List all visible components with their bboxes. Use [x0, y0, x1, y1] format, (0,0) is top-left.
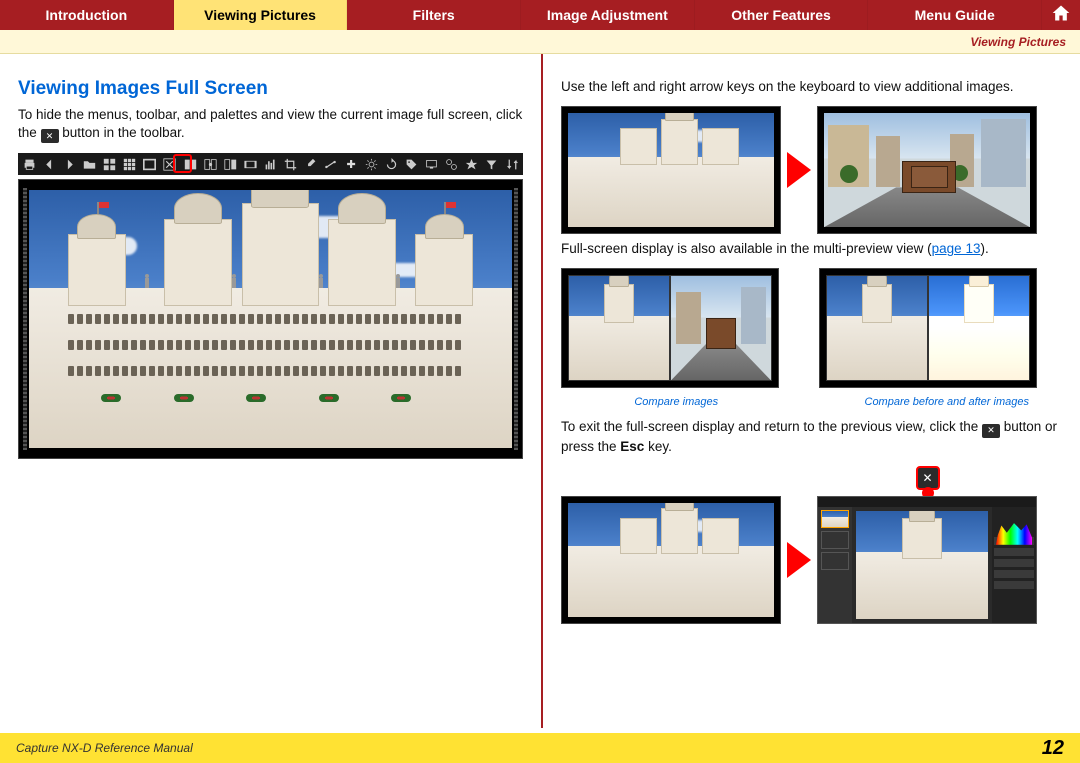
monitor-icon[interactable] — [425, 157, 439, 172]
eyedropper-icon[interactable] — [304, 157, 318, 172]
thumb-street-fullscreen — [817, 106, 1037, 234]
thumb-building-fullscreen — [561, 106, 781, 234]
thumb-compare-images — [561, 268, 779, 388]
toolbar-strip: ✚ — [18, 153, 523, 175]
folder-open-icon[interactable] — [82, 157, 96, 172]
crop-icon[interactable] — [284, 157, 298, 172]
right-column: Use the left and right arrow keys on the… — [543, 54, 1080, 728]
fullscreen-icon[interactable] — [163, 157, 177, 172]
caption-compare: Compare images — [561, 396, 792, 408]
exit-fullscreen-button[interactable]: ✕ — [916, 466, 940, 490]
manual-title: Capture NX-D Reference Manual — [16, 741, 193, 755]
single-view-icon[interactable] — [143, 157, 157, 172]
caption-before-after: Compare before and after images — [832, 396, 1063, 408]
left-column: Viewing Images Full Screen To hide the m… — [0, 54, 543, 728]
batch-icon[interactable] — [445, 157, 459, 172]
tab-image-adjustment[interactable]: Image Adjustment — [521, 0, 695, 30]
histogram-icon[interactable] — [264, 157, 278, 172]
tab-filters[interactable]: Filters — [347, 0, 521, 30]
thumb-building-fullscreen-2 — [561, 496, 781, 624]
page-number: 12 — [1042, 737, 1064, 760]
compare-illustration-row — [561, 268, 1062, 388]
multi-preview-paragraph: Full-screen display is also available in… — [561, 240, 1062, 258]
caption-row: Compare images Compare before and after … — [561, 394, 1062, 418]
next-arrow-icon — [787, 152, 811, 188]
thumbnails-icon[interactable] — [103, 157, 117, 172]
thumb-compare-before-after — [819, 268, 1037, 388]
fullscreen-viewer-example — [18, 179, 523, 459]
tab-menu-guide[interactable]: Menu Guide — [868, 0, 1042, 30]
intro-paragraph: To hide the menus, toolbar, and palettes… — [18, 106, 523, 143]
grid-icon[interactable] — [123, 157, 137, 172]
home-button[interactable] — [1042, 0, 1080, 30]
auto-icon[interactable]: ✚ — [344, 157, 358, 172]
exit-fullscreen-icon-inline: ✕ — [982, 424, 1000, 438]
filmstrip-icon[interactable] — [243, 157, 257, 172]
sort-icon[interactable] — [505, 157, 519, 172]
tab-introduction[interactable]: Introduction — [0, 0, 174, 30]
compare-sync-icon[interactable] — [203, 157, 217, 172]
breadcrumb-label: Viewing Pictures — [970, 35, 1066, 49]
compare2-icon[interactable] — [183, 157, 197, 172]
section-title: Viewing Images Full Screen — [18, 78, 523, 100]
star-icon[interactable] — [465, 157, 479, 172]
rotate-icon[interactable] — [384, 157, 398, 172]
straighten-icon[interactable] — [324, 157, 338, 172]
transition-arrow-icon — [787, 542, 811, 578]
tag-icon[interactable] — [404, 157, 418, 172]
arrow-right-icon[interactable] — [62, 157, 76, 172]
print-icon[interactable] — [22, 157, 36, 172]
wb-icon[interactable] — [364, 157, 378, 172]
page-content: Viewing Images Full Screen To hide the m… — [0, 54, 1080, 728]
home-icon — [1051, 3, 1071, 28]
top-nav: Introduction Viewing Pictures Filters Im… — [0, 0, 1080, 30]
before-after-icon[interactable] — [223, 157, 237, 172]
tab-other-features[interactable]: Other Features — [695, 0, 869, 30]
exit-paragraph: To exit the full-screen display and retu… — [561, 418, 1062, 455]
filter-icon[interactable] — [485, 157, 499, 172]
page-13-link[interactable]: page 13 — [932, 241, 981, 256]
thumb-app-window — [817, 496, 1037, 624]
sample-image-building — [29, 190, 512, 448]
page-footer: Capture NX-D Reference Manual 12 — [0, 733, 1080, 763]
exit-button-callout: ✕ — [793, 466, 1062, 490]
exit-illustration-row — [561, 496, 1062, 624]
arrow-left-icon[interactable] — [42, 157, 56, 172]
tab-viewing-pictures[interactable]: Viewing Pictures — [174, 0, 348, 30]
arrow-nav-illustration — [561, 106, 1062, 234]
fullscreen-icon-inline: ✕ — [41, 129, 59, 143]
arrow-keys-paragraph: Use the left and right arrow keys on the… — [561, 78, 1062, 96]
breadcrumb-subbar: Viewing Pictures — [0, 30, 1080, 54]
